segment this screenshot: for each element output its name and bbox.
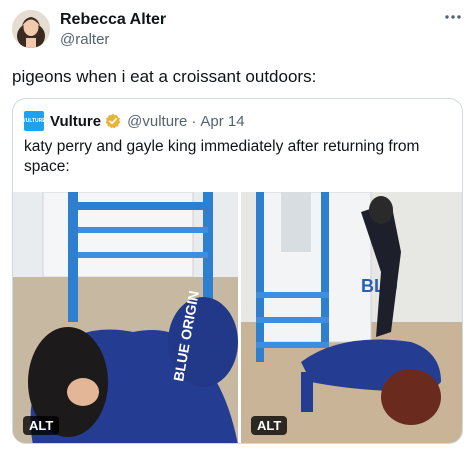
more-icon[interactable] — [442, 8, 464, 26]
verified-badge-icon — [105, 113, 121, 129]
meta-separator: · — [191, 112, 197, 130]
alt-button[interactable]: ALT — [23, 416, 60, 435]
author-handle[interactable]: @ralter — [60, 31, 109, 49]
quoted-date[interactable]: Apr 14 — [200, 113, 244, 130]
quoted-header: VULTURE Vulture @vulture · Apr 14 — [22, 111, 245, 131]
avatar[interactable] — [12, 10, 50, 48]
tweet-text: pigeons when i eat a croissant outdoors: — [12, 67, 317, 86]
quoted-tweet[interactable]: VULTURE Vulture @vulture · Apr 14 katy p… — [12, 98, 463, 444]
vulture-logo: VULTURE — [22, 111, 46, 131]
media-image-1[interactable]: BLUE ORIGIN ALT — [13, 192, 238, 443]
quoted-handle[interactable]: @vulture — [127, 113, 187, 130]
author-name[interactable]: Rebecca Alter — [60, 10, 166, 30]
quoted-text: katy perry and gayle king immediately af… — [24, 138, 420, 175]
alt-button[interactable]: ALT — [251, 416, 288, 435]
quoted-author-name[interactable]: Vulture — [50, 113, 101, 130]
media-image-2[interactable]: BLU ALT — [241, 192, 462, 443]
